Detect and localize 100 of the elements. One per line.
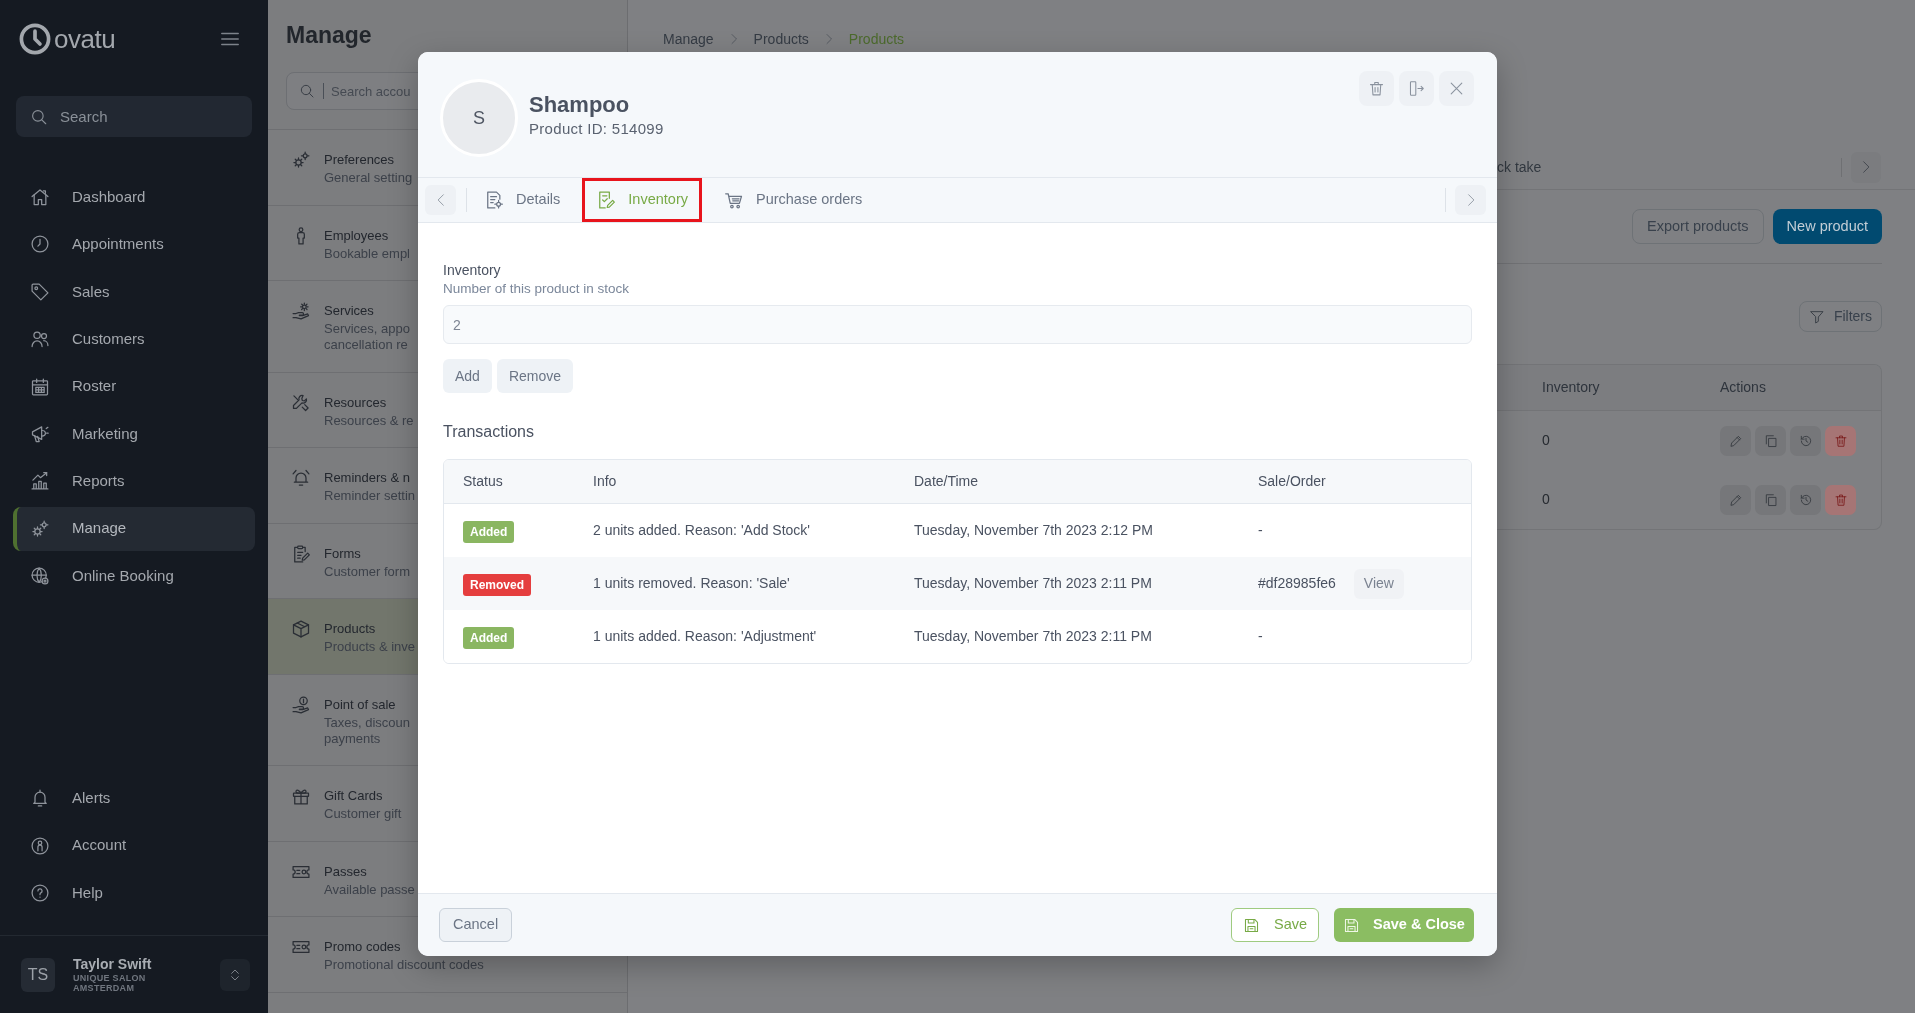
nav-item[interactable]: Alerts: [13, 776, 255, 821]
megaphone-icon: [30, 423, 50, 444]
nav-item[interactable]: Dashboard: [13, 175, 255, 219]
duplicate-button[interactable]: [1755, 425, 1786, 456]
settings-item[interactable]: Gift Cards Customer gift: [268, 766, 420, 841]
settings-item[interactable]: Forms Customer form: [268, 523, 420, 598]
document-gear-icon: [484, 190, 504, 210]
settings-item[interactable]: Passes Available passe: [268, 841, 420, 916]
exit-button[interactable]: [1399, 71, 1434, 106]
nav-item[interactable]: Reports: [13, 459, 255, 504]
help-icon: [30, 883, 50, 903]
field-label: Inventory: [443, 261, 502, 279]
trash-icon: [1368, 80, 1385, 97]
nav-item[interactable]: Manage: [13, 506, 255, 551]
table-cell-text: 1 units added. Reason: 'Adjustment': [592, 627, 818, 646]
clipboard-icon: [291, 543, 311, 564]
column-header: Info: [592, 472, 618, 491]
search-icon: [30, 107, 48, 126]
status-badge: Added: [463, 520, 515, 543]
search-icon: [299, 83, 315, 99]
export-button[interactable]: Export products: [1632, 209, 1764, 244]
close-icon: [1448, 80, 1465, 97]
nav-item[interactable]: Sales: [13, 269, 255, 314]
settings-item[interactable]: Preferences General setting: [268, 130, 420, 205]
nav-item[interactable]: Help: [13, 871, 255, 915]
column-header: Status: [462, 472, 504, 491]
hand-coin-icon: [291, 694, 311, 715]
delete-button[interactable]: [1825, 425, 1856, 456]
salon-name: UNIQUE SALON AMSTERDAM: [73, 973, 147, 993]
pencil-icon: [1728, 433, 1743, 448]
person-circle-icon: [30, 835, 50, 856]
filters-button[interactable]: Filters: [1798, 301, 1882, 332]
tab[interactable]: Purchase orders: [710, 178, 877, 222]
edit-button[interactable]: [1720, 425, 1751, 456]
nav-item[interactable]: Customers: [13, 317, 255, 362]
save-close-button[interactable]: Save & Close: [1334, 908, 1474, 942]
search-field[interactable]: Search: [16, 96, 252, 137]
page-tab[interactable]: ck take: [1497, 156, 1542, 178]
settings-item[interactable]: Resources Resources & re: [268, 372, 420, 447]
clock-logo-icon: [18, 22, 52, 56]
breadcrumb-link[interactable]: Products: [753, 30, 809, 48]
cart-icon: [724, 190, 744, 210]
history-button[interactable]: [1790, 425, 1821, 456]
alarm-bell-icon: [291, 468, 311, 488]
settings-item[interactable]: Point of sale Taxes, discoun payments: [268, 674, 420, 765]
delete-button[interactable]: [1359, 71, 1394, 106]
history-button[interactable]: [1790, 484, 1821, 515]
copy-icon: [1763, 433, 1778, 448]
logo-wordmark: ovatu: [54, 24, 116, 54]
gears-icon: [291, 150, 311, 170]
save-button[interactable]: Save: [1231, 908, 1319, 942]
next-tab-button[interactable]: [1455, 185, 1486, 215]
column-header: Sale/Order: [1257, 472, 1327, 491]
inventory-input[interactable]: 2: [443, 305, 1472, 344]
home-icon: [30, 187, 50, 207]
nav-item[interactable]: Marketing: [13, 411, 255, 456]
table-cell-text: Tuesday, November 7th 2023 2:12 PM: [913, 521, 1154, 540]
box-icon: [291, 619, 311, 639]
table-cell-text: 2 units added. Reason: 'Add Stock': [592, 521, 812, 540]
pencil-icon: [1728, 492, 1743, 507]
status-badge: Removed: [463, 573, 532, 596]
trash-icon: [1833, 433, 1848, 448]
column-header: Actions: [1720, 378, 1767, 397]
bell-icon: [30, 788, 50, 809]
column-header: Date/Time: [913, 472, 980, 491]
table-cell-text: 1 units removed. Reason: 'Sale': [592, 574, 791, 593]
account-switch-button[interactable]: [220, 958, 250, 991]
search-field[interactable]: Search accou: [286, 72, 420, 110]
tab[interactable]: Inventory: [582, 178, 702, 222]
view-button[interactable]: View: [1353, 568, 1404, 599]
nav-item[interactable]: Appointments: [13, 222, 255, 267]
user-avatar: TS: [21, 957, 55, 992]
table-cell-text: -: [1258, 627, 1263, 646]
hand-gear-icon: [291, 301, 311, 321]
nav-item[interactable]: Online Booking: [13, 554, 255, 599]
add-button[interactable]: Add: [443, 359, 492, 393]
remove-button[interactable]: Remove: [496, 359, 574, 393]
cancel-button[interactable]: Cancel: [439, 908, 513, 942]
column-header: Inventory: [1541, 378, 1601, 397]
gears-icon: [30, 518, 50, 539]
previous-tab-button[interactable]: [425, 185, 456, 215]
settings-item[interactable]: Reminders & n Reminder settin: [268, 448, 420, 523]
tab[interactable]: Details: [470, 178, 575, 222]
tools-icon: [291, 392, 311, 413]
settings-item[interactable]: Services Services, appo cancellation re: [268, 281, 420, 372]
new-product-button[interactable]: New product: [1772, 209, 1882, 244]
duplicate-button[interactable]: [1755, 484, 1786, 515]
copy-icon: [1763, 492, 1778, 507]
settings-item[interactable]: Employees Bookable empl: [268, 205, 420, 280]
users-icon: [30, 329, 50, 350]
nav-item[interactable]: Account: [13, 823, 255, 868]
table-cell-text: Tuesday, November 7th 2023 2:11 PM: [913, 574, 1153, 593]
breadcrumb-link[interactable]: Manage: [663, 30, 714, 48]
edit-button[interactable]: [1720, 484, 1751, 515]
status-badge: Added: [463, 626, 515, 649]
chart-icon: [30, 471, 50, 492]
scroll-right-button[interactable]: [1851, 151, 1881, 183]
close-button[interactable]: [1439, 71, 1474, 106]
delete-button[interactable]: [1825, 484, 1856, 515]
nav-item[interactable]: Roster: [13, 364, 255, 409]
